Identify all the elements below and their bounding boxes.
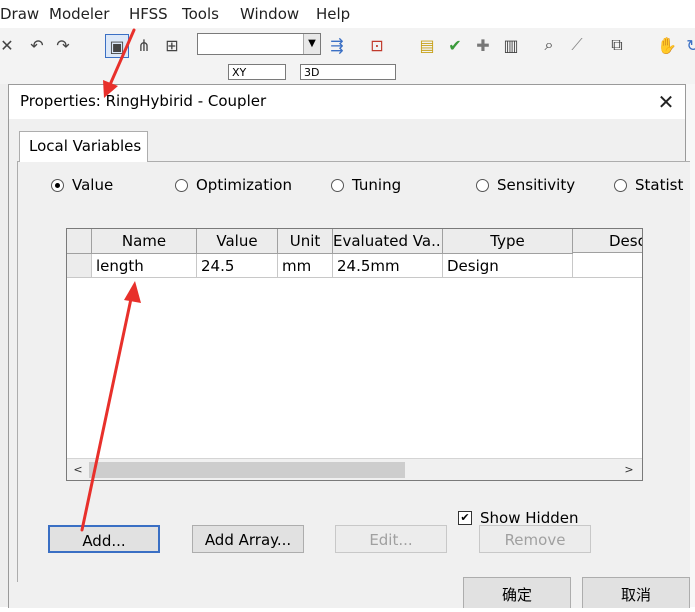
radio-label: Value (72, 176, 114, 194)
column-header-evaluated-value[interactable]: Evaluated Va... (333, 229, 443, 254)
remove-button[interactable]: Remove (479, 525, 591, 553)
hand-icon[interactable]: ✋ (656, 34, 678, 56)
column-header-description[interactable]: Desc (573, 229, 642, 253)
menu-draw[interactable]: Draw (0, 5, 39, 23)
row-header-corner (67, 229, 92, 254)
chevron-down-icon: ▼ (303, 34, 320, 54)
column-header-name[interactable]: Name (92, 229, 197, 254)
menu-tools[interactable]: Tools (182, 5, 219, 23)
cell-type[interactable]: Design (443, 254, 573, 278)
hierarchy-icon[interactable]: ⊞ (161, 34, 183, 56)
cell-unit[interactable]: mm (278, 254, 333, 278)
radio-icon (614, 178, 627, 192)
dialog-titlebar: Properties: RingHybirid - Coupler ✕ (9, 85, 685, 119)
menu-modeler[interactable]: Modeler (49, 5, 109, 23)
rotate-icon[interactable]: ↻ (682, 34, 695, 56)
secondary-toolbar: XY 3D (0, 62, 695, 84)
undo-icon[interactable]: ↶ (26, 34, 48, 56)
check-icon[interactable]: ✔ (444, 34, 466, 56)
column-header-type[interactable]: Type (443, 229, 573, 254)
radio-label: Sensitivity (497, 176, 576, 194)
sweep-icon[interactable]: ⇶ (326, 34, 348, 56)
radio-label: Statist (635, 176, 684, 194)
radio-optimization[interactable]: Optimization (175, 175, 292, 195)
edit-button[interactable]: Edit... (335, 525, 447, 553)
radio-icon (331, 178, 344, 192)
checkbox-checked-icon: ✔ (458, 511, 472, 525)
radio-statistics[interactable]: Statist (614, 175, 683, 195)
left-panel-edge (0, 84, 8, 607)
scroll-right-icon[interactable]: > (620, 461, 638, 479)
close-icon[interactable]: ✕ (653, 89, 679, 115)
row-header[interactable] (67, 254, 92, 278)
radio-selected-icon (51, 178, 64, 192)
add-array-button[interactable]: Add Array... (192, 525, 304, 553)
menu-bar: Draw Modeler HFSS Tools Window Help (0, 0, 695, 28)
radio-sensitivity[interactable]: Sensitivity (476, 175, 575, 195)
menu-window[interactable]: Window (240, 5, 299, 23)
cancel-button[interactable]: 取消 (582, 577, 690, 608)
scroll-left-icon[interactable]: < (69, 461, 87, 479)
report-icon[interactable]: ▥ (500, 34, 522, 56)
ok-button[interactable]: 确定 (463, 577, 571, 608)
cell-value[interactable]: 24.5 (197, 254, 278, 278)
scrollbar-thumb[interactable] (89, 462, 405, 478)
cell-name[interactable]: length (92, 254, 197, 278)
select-icon[interactable]: ▣ (105, 34, 129, 58)
add-button[interactable]: Add... (48, 525, 160, 553)
radio-tuning[interactable]: Tuning (331, 175, 401, 195)
toolbar-combo[interactable]: ▼ (197, 33, 321, 55)
radio-value[interactable]: Value (51, 175, 113, 195)
mode-combo[interactable]: 3D (300, 64, 396, 80)
tree-icon[interactable]: ⋔ (133, 34, 155, 56)
cell-description[interactable] (573, 254, 642, 278)
horizontal-scrollbar[interactable]: < > (67, 458, 642, 480)
variables-table[interactable]: Name Value Unit Evaluated Va... Type Des… (66, 228, 643, 481)
main-toolbar: ✕ ↶ ↷ ▣ ⋔ ⊞ ▼ ⇶ ⊡ ▤ ✔ ✚ ▥ ⌕ ⟋ ⧉ ✋ ↻ (0, 28, 695, 63)
plane-combo[interactable]: XY (228, 64, 286, 80)
validate-icon[interactable]: ⊡ (366, 34, 388, 56)
dialog-title: Properties: RingHybirid - Coupler (20, 92, 267, 110)
radio-label: Optimization (196, 176, 292, 194)
search-icon[interactable]: ⌕ (538, 34, 560, 56)
tab-local-variables[interactable]: Local Variables (19, 131, 148, 162)
plot-icon[interactable]: ⟋ (566, 34, 588, 56)
notes-icon[interactable]: ▤ (416, 34, 438, 56)
copy-icon[interactable]: ⧉ (606, 34, 628, 56)
redo-icon[interactable]: ↷ (52, 34, 74, 56)
properties-dialog: Properties: RingHybirid - Coupler ✕ Loca… (8, 84, 690, 608)
radio-icon (476, 178, 489, 192)
cell-evaluated-value[interactable]: 24.5mm (333, 254, 443, 278)
puzzle-icon[interactable]: ✚ (472, 34, 494, 56)
tab-label: Local Variables (29, 137, 142, 155)
menu-hfss[interactable]: HFSS (129, 5, 168, 23)
radio-icon (175, 178, 188, 192)
delete-icon[interactable]: ✕ (0, 34, 18, 56)
menu-help[interactable]: Help (316, 5, 350, 23)
column-header-value[interactable]: Value (197, 229, 278, 254)
column-header-unit[interactable]: Unit (278, 229, 333, 254)
radio-label: Tuning (352, 176, 402, 194)
